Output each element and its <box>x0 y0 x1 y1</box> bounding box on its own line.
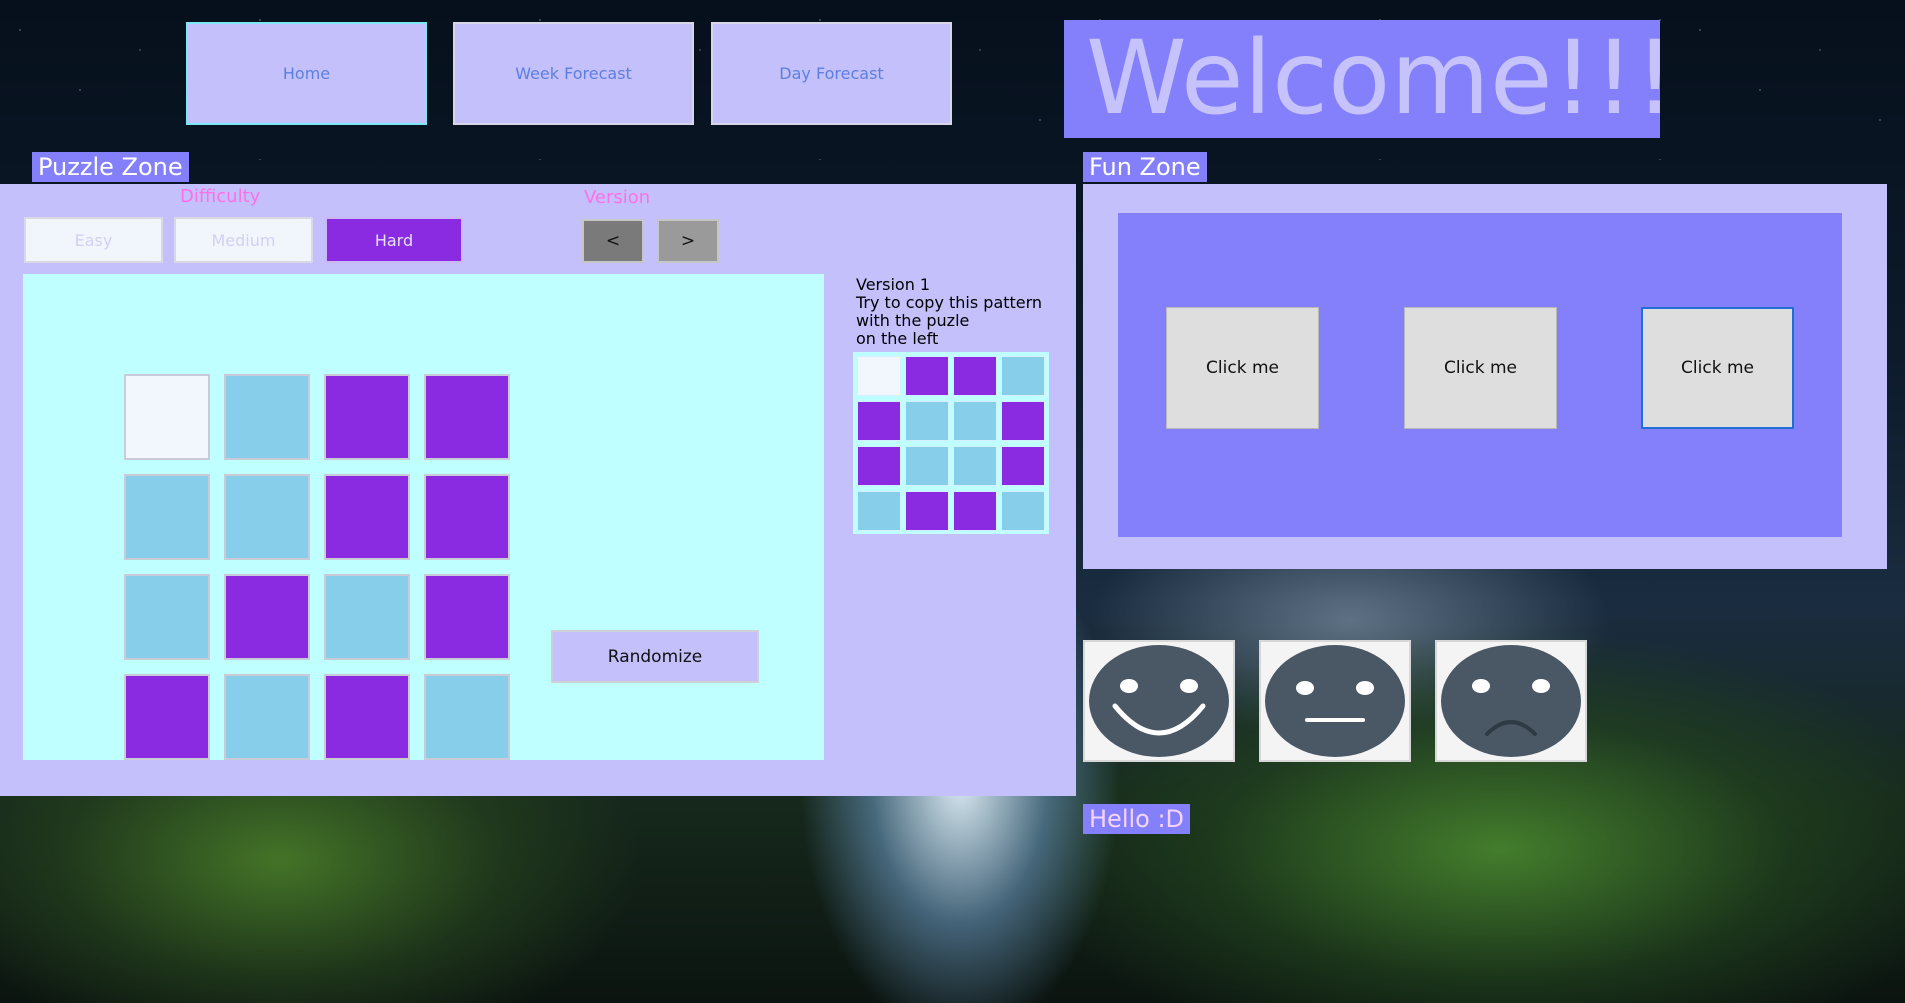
puzzle-tile[interactable] <box>324 474 410 560</box>
puzzle-tile[interactable] <box>424 474 510 560</box>
instruction-line-3: on the left <box>856 329 939 348</box>
sad-face-icon <box>1441 645 1581 757</box>
puzzle-tile[interactable] <box>224 574 310 660</box>
hard-label: Hard <box>374 230 414 250</box>
happy-face-button[interactable] <box>1083 640 1235 762</box>
pattern-cell <box>857 356 901 396</box>
pattern-cell <box>905 356 949 396</box>
fun-zone-title: Fun Zone <box>1083 152 1207 182</box>
version-label: Version <box>584 187 651 208</box>
puzzle-tile[interactable] <box>224 674 310 760</box>
instruction-line-2: with the puzle <box>856 311 970 330</box>
difficulty-label: Difficulty <box>180 186 261 207</box>
next-label: > <box>680 231 696 251</box>
puzzle-tile[interactable] <box>224 474 310 560</box>
greeting-text: Hello :D <box>1083 804 1191 834</box>
version-prev-button[interactable]: < <box>582 219 644 263</box>
instruction-line-1: Try to copy this pattern <box>856 293 1043 312</box>
pattern-cell <box>953 401 997 441</box>
randomize-button[interactable]: Randomize <box>551 630 759 683</box>
click-me-button-2[interactable]: Click me <box>1404 307 1557 429</box>
pattern-cell <box>857 446 901 486</box>
click-me-button-1[interactable]: Click me <box>1166 307 1319 429</box>
puzzle-tile[interactable] <box>124 474 210 560</box>
pattern-cell <box>953 446 997 486</box>
pattern-cell <box>1001 446 1045 486</box>
click-me-label-2: Click me <box>1444 358 1517 378</box>
easy-label: Easy <box>74 230 113 250</box>
click-me-label-1: Click me <box>1206 358 1279 378</box>
nav-home-label: Home <box>282 64 331 83</box>
pattern-cell <box>857 491 901 531</box>
difficulty-medium-button[interactable]: Medium <box>174 217 313 263</box>
welcome-text: Welcome!!! <box>1086 19 1676 138</box>
pattern-cell <box>1001 356 1045 396</box>
pattern-cell <box>1001 491 1045 531</box>
puzzle-tile[interactable] <box>424 374 510 460</box>
pattern-cell <box>953 491 997 531</box>
happy-face-icon <box>1089 645 1229 757</box>
randomize-label: Randomize <box>607 646 703 667</box>
nav-day-forecast-button[interactable]: Day Forecast <box>711 22 952 125</box>
prev-label: < <box>605 231 621 251</box>
medium-label: Medium <box>211 230 276 250</box>
difficulty-easy-button[interactable]: Easy <box>24 217 163 263</box>
pattern-cell <box>905 446 949 486</box>
nav-week-label: Week Forecast <box>515 64 632 83</box>
click-me-button-3[interactable]: Click me <box>1641 307 1794 429</box>
puzzle-tile[interactable] <box>324 674 410 760</box>
version-title: Version 1 <box>856 275 931 294</box>
version-next-button[interactable]: > <box>657 219 719 263</box>
puzzle-zone-title: Puzzle Zone <box>32 152 189 182</box>
sad-face-button[interactable] <box>1435 640 1587 762</box>
version-info: Version 1 Try to copy this pattern with … <box>856 276 1042 348</box>
puzzle-tile[interactable] <box>124 574 210 660</box>
difficulty-hard-button[interactable]: Hard <box>325 217 463 263</box>
puzzle-tile[interactable] <box>424 674 510 760</box>
pattern-cell <box>953 356 997 396</box>
neutral-face-button[interactable] <box>1259 640 1411 762</box>
pattern-cell <box>905 491 949 531</box>
puzzle-tile[interactable] <box>324 574 410 660</box>
pattern-cell <box>857 401 901 441</box>
puzzle-tile[interactable] <box>124 374 210 460</box>
nav-day-label: Day Forecast <box>779 64 884 83</box>
pattern-cell <box>905 401 949 441</box>
click-me-label-3: Click me <box>1681 358 1754 378</box>
nav-home-button[interactable]: Home <box>186 22 427 125</box>
puzzle-tile[interactable] <box>124 674 210 760</box>
puzzle-tile[interactable] <box>324 374 410 460</box>
nav-week-forecast-button[interactable]: Week Forecast <box>453 22 694 125</box>
puzzle-tile[interactable] <box>224 374 310 460</box>
puzzle-tile[interactable] <box>424 574 510 660</box>
welcome-banner: Welcome!!! <box>1064 20 1675 138</box>
pattern-cell <box>1001 401 1045 441</box>
neutral-face-icon <box>1265 645 1405 757</box>
